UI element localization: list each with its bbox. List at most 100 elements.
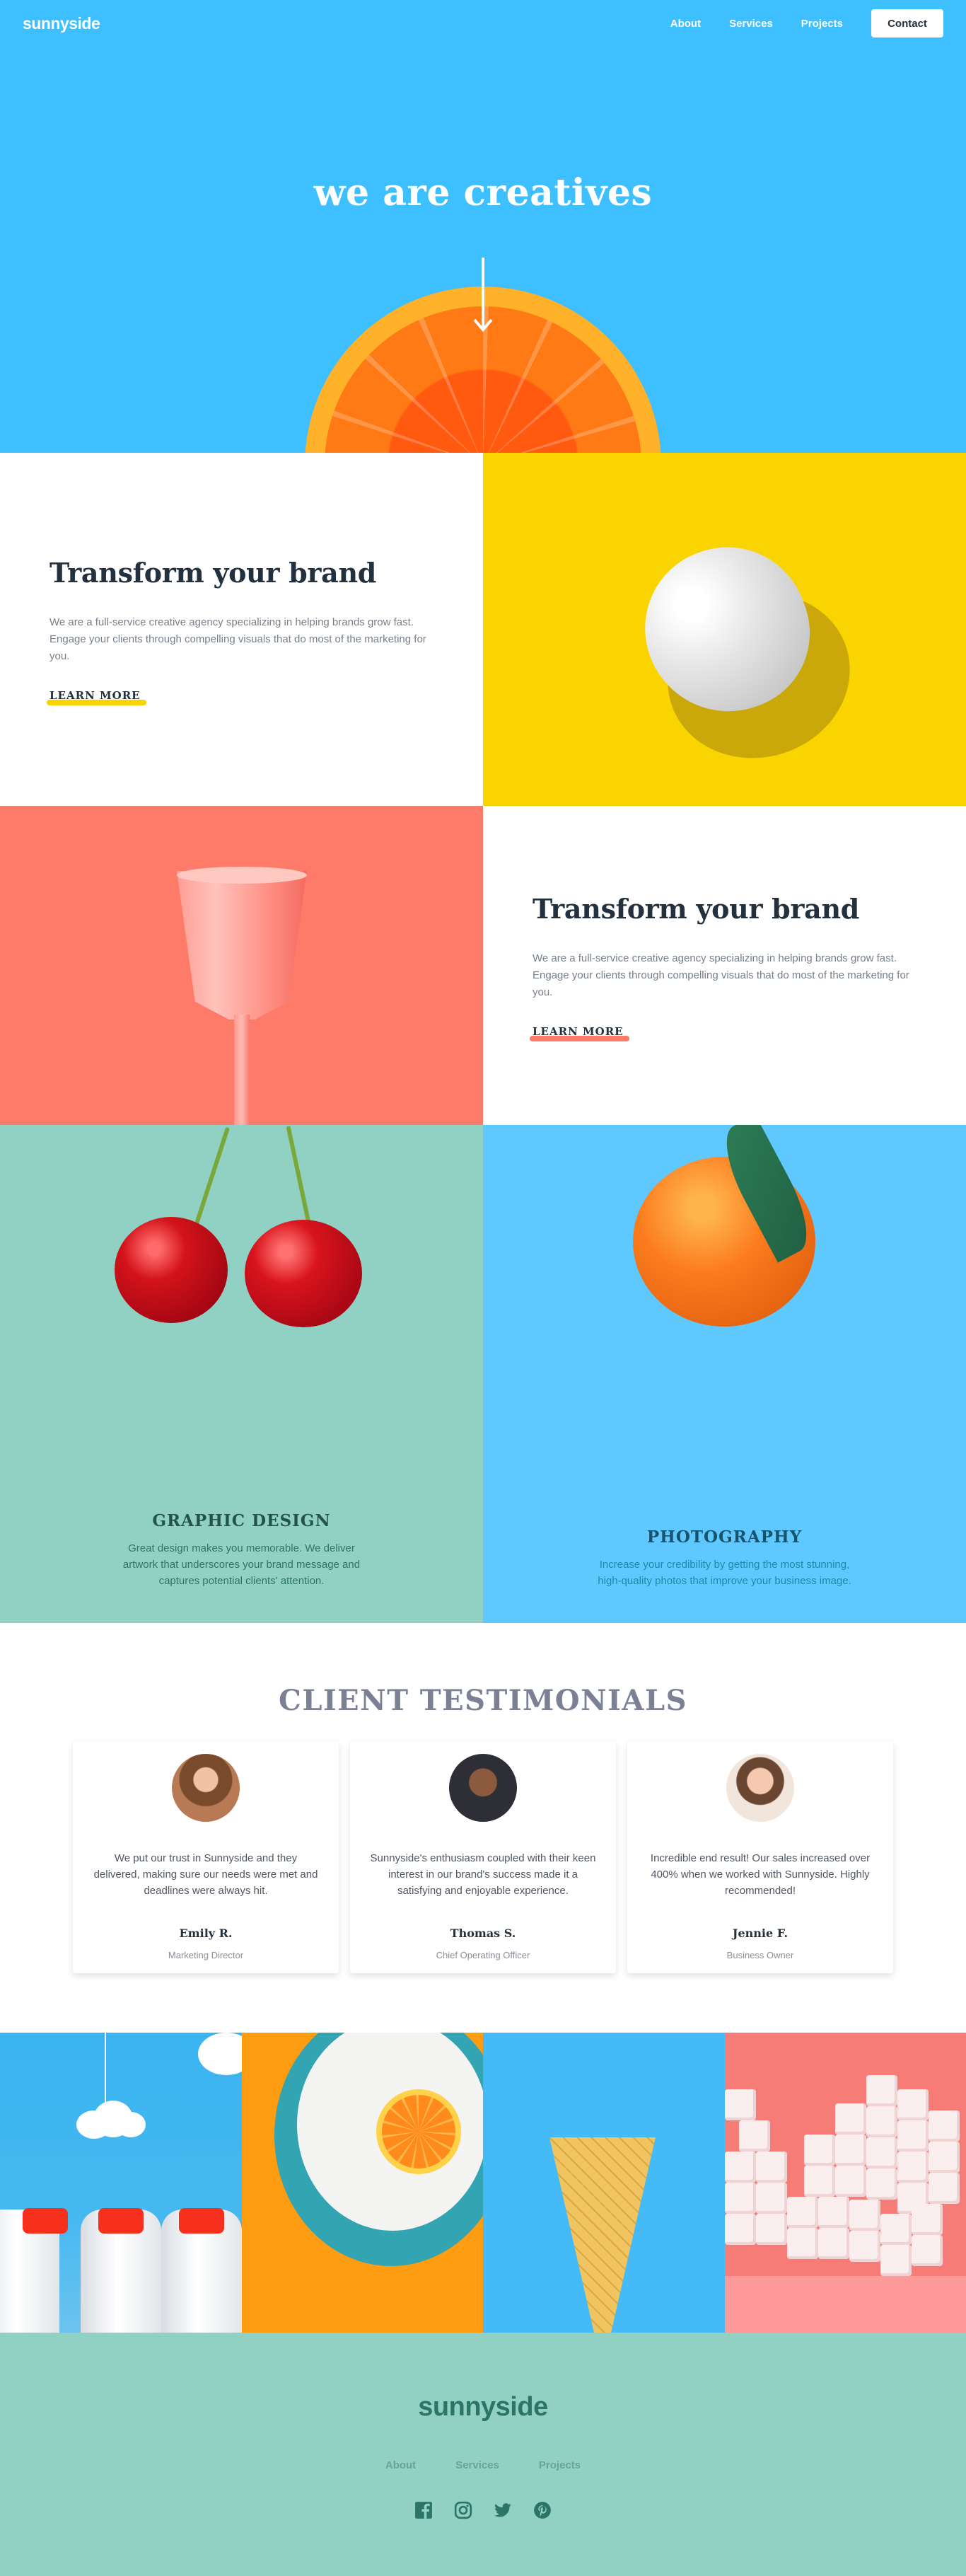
avatar: [726, 1754, 794, 1822]
service-description: Great design makes you memorable. We del…: [115, 1540, 369, 1589]
testimonial-role: Business Owner: [727, 1950, 794, 1960]
sugar-cube: [912, 2235, 943, 2266]
testimonial-name: Jennie F.: [733, 1927, 788, 1940]
footer-links: About Services Projects: [0, 2459, 966, 2471]
testimonial-quote: Incredible end result! Our sales increas…: [646, 1850, 875, 1915]
sugar-cube: [804, 2135, 835, 2166]
testimonial-role: Chief Operating Officer: [436, 1950, 530, 1960]
cherry: [115, 1217, 228, 1323]
learn-more-label: LEARN MORE: [533, 1025, 624, 1038]
testimonial-cards: We put our trust in Sunnyside and they d…: [0, 1741, 966, 1973]
orange-slice: [376, 2089, 461, 2174]
learn-more-label: LEARN MORE: [50, 689, 141, 702]
hero-section: sunnyside About Services Projects Contac…: [0, 0, 966, 453]
cloud: [198, 2033, 242, 2075]
nav-services[interactable]: Services: [729, 18, 773, 30]
learn-more-link[interactable]: LEARN MORE: [533, 1025, 624, 1038]
sugar-cube: [866, 2137, 897, 2168]
testimonial-quote: Sunnyside's enthusiasm coupled with thei…: [368, 1850, 598, 1915]
sugar-cube: [739, 2120, 770, 2152]
learn-more-link[interactable]: LEARN MORE: [50, 689, 141, 702]
gallery-sugar-cubes: [725, 2033, 966, 2333]
testimonial-card: Incredible end result! Our sales increas…: [627, 1741, 893, 1973]
social-links: [0, 2501, 966, 2519]
facebook-icon[interactable]: [414, 2501, 433, 2519]
sugar-cube: [835, 2135, 866, 2166]
sugar-cube: [866, 2168, 897, 2200]
sugar-cube: [835, 2103, 866, 2135]
gallery-orange-plate: [242, 2033, 484, 2333]
sugar-cube: [725, 2089, 756, 2120]
sugar-cube: [880, 2214, 912, 2245]
bottle-cap: [179, 2208, 224, 2234]
cherry-stem: [286, 1126, 312, 1230]
testimonial-card: Sunnyside's enthusiasm coupled with thei…: [350, 1741, 616, 1973]
egg-image: [483, 453, 966, 806]
feature-title: Transform your brand: [533, 893, 966, 925]
sugar-cube: [897, 2120, 929, 2152]
testimonials-section: CLIENT TESTIMONIALS We put our trust in …: [0, 1623, 966, 2033]
testimonials-heading: CLIENT TESTIMONIALS: [0, 1684, 966, 1717]
image-gallery: [0, 2033, 966, 2333]
table-surface: [725, 2276, 966, 2333]
footer-link-services[interactable]: Services: [455, 2459, 499, 2471]
sugar-cube: [818, 2228, 849, 2259]
glass-rim: [177, 867, 307, 884]
sugar-cube: [756, 2152, 787, 2183]
cone: [549, 2137, 656, 2333]
testimonial-card: We put our trust in Sunnyside and they d…: [73, 1741, 339, 1973]
cloud: [116, 2112, 146, 2137]
graphic-design-tile: GRAPHIC DESIGN Great design makes you me…: [0, 1125, 483, 1623]
sugar-cube: [866, 2106, 897, 2137]
sugar-cube: [818, 2197, 849, 2228]
footer-link-projects[interactable]: Projects: [539, 2459, 581, 2471]
photography-tile: PHOTOGRAPHY Increase your credibility by…: [483, 1125, 966, 1623]
twitter-icon[interactable]: [494, 2501, 512, 2519]
avatar: [449, 1754, 517, 1822]
nav-projects[interactable]: Projects: [801, 18, 843, 30]
gallery-milk-bottles: [0, 2033, 242, 2333]
sugar-cube: [929, 2142, 960, 2173]
sugar-cube: [756, 2183, 787, 2214]
sugar-cube: [725, 2183, 756, 2214]
testimonial-name: Thomas S.: [450, 1927, 516, 1940]
glass-stem: [234, 1015, 250, 1125]
arrow-down-icon[interactable]: [472, 258, 494, 335]
cherry-stem: [193, 1127, 230, 1230]
pinterest-icon[interactable]: [533, 2501, 552, 2519]
cherry: [245, 1220, 362, 1327]
contact-button[interactable]: Contact: [871, 9, 943, 37]
sugar-cube: [725, 2214, 756, 2245]
service-title: GRAPHIC DESIGN: [0, 1511, 483, 1530]
sugar-cube: [897, 2152, 929, 2183]
gallery-ice-cream-cone: [483, 2033, 725, 2333]
sugar-cube: [849, 2200, 880, 2231]
sugar-cube: [929, 2173, 960, 2204]
cloud-string: [105, 2033, 106, 2110]
feature-text-1: Transform your brand We are a full-servi…: [0, 453, 483, 806]
service-title: PHOTOGRAPHY: [483, 1527, 966, 1547]
sugar-cube: [912, 2204, 943, 2235]
hero-title: we are creatives: [0, 171, 966, 214]
nav-about[interactable]: About: [670, 18, 701, 30]
bottle-cap: [23, 2208, 68, 2234]
footer-logo[interactable]: sunnyside: [0, 2392, 966, 2422]
glass-image: [0, 806, 483, 1125]
avatar: [172, 1754, 240, 1822]
feature-description: We are a full-service creative agency sp…: [533, 950, 914, 1001]
sugar-cube: [787, 2228, 818, 2259]
services-row: GRAPHIC DESIGN Great design makes you me…: [0, 1125, 966, 1623]
footer-link-about[interactable]: About: [385, 2459, 416, 2471]
nav-links: About Services Projects Contact: [670, 9, 943, 37]
navbar: sunnyside About Services Projects Contac…: [0, 0, 966, 47]
testimonial-name: Emily R.: [179, 1927, 232, 1940]
testimonial-quote: We put our trust in Sunnyside and they d…: [91, 1850, 320, 1915]
feature-text-2: Transform your brand We are a full-servi…: [483, 806, 966, 1125]
sugar-cube: [725, 2152, 756, 2183]
logo[interactable]: sunnyside: [23, 14, 100, 33]
service-description: Increase your credibility by getting the…: [598, 1556, 852, 1589]
service-label: GRAPHIC DESIGN Great design makes you me…: [0, 1511, 483, 1589]
instagram-icon[interactable]: [454, 2501, 472, 2519]
sugar-cube: [897, 2089, 929, 2120]
glass-cup: [177, 871, 307, 1020]
